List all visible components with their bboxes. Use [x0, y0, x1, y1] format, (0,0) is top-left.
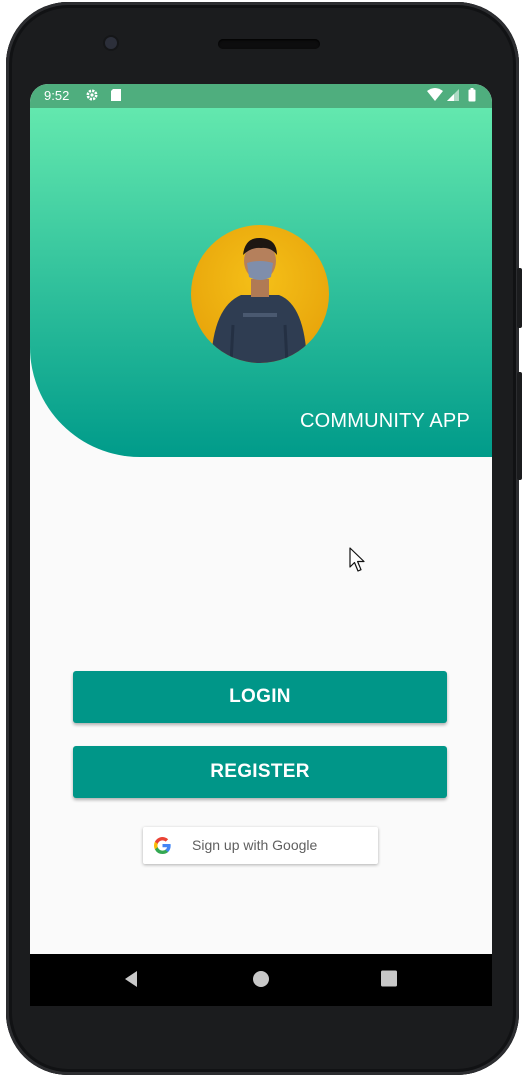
gear-icon [85, 88, 99, 105]
wifi-icon [427, 88, 443, 105]
volume-button [517, 372, 522, 480]
home-icon[interactable] [252, 970, 270, 993]
login-button[interactable]: LOGIN [73, 671, 447, 723]
header-banner: COMMUNITY APP [30, 108, 492, 457]
signal-icon [446, 88, 460, 105]
google-signup-label: Sign up with Google [192, 837, 318, 853]
app-title: COMMUNITY APP [299, 410, 470, 432]
status-time: 9:52 [44, 88, 70, 103]
power-button [517, 268, 522, 328]
status-bar: 9:52 [30, 84, 492, 108]
mouse-cursor-icon [349, 547, 367, 578]
recents-icon[interactable] [381, 970, 397, 992]
earpiece-speaker [218, 39, 320, 49]
front-camera [105, 37, 117, 49]
app-screen: 9:52 COMMUNITY APP LOGIN REGISTER Sign u… [30, 84, 492, 954]
back-icon[interactable] [123, 970, 139, 993]
profile-avatar [191, 225, 329, 363]
system-nav-bar [30, 954, 492, 1006]
google-logo-icon [154, 837, 171, 859]
battery-icon [468, 88, 476, 105]
sd-card-icon [110, 88, 122, 105]
google-signup-button[interactable]: Sign up with Google [143, 827, 378, 864]
register-button[interactable]: REGISTER [73, 746, 447, 798]
